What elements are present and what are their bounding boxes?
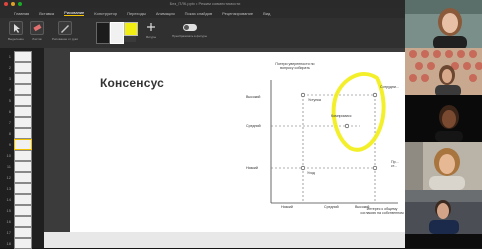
point-collaboration xyxy=(372,92,378,98)
label-compromise: Компромисс xyxy=(331,114,352,118)
y-axis-title: Потери уверенности по вопросу собирать xyxy=(275,62,315,70)
participants-panel-footer xyxy=(405,234,482,248)
participant-video-3[interactable] xyxy=(405,95,482,142)
participant-video-5[interactable] xyxy=(405,190,482,234)
participant-video-image xyxy=(405,95,482,142)
point-avoidance xyxy=(300,165,306,171)
label-competition: Пр... ст... xyxy=(391,160,399,168)
label-avoidance: Уход xyxy=(307,171,315,175)
highlighter-ink-stroke xyxy=(331,72,386,152)
participant-video-image xyxy=(405,48,482,95)
participant-video-image xyxy=(405,190,482,234)
x-level-medium: Средний xyxy=(324,205,339,209)
x-level-low: Низкий xyxy=(281,205,293,209)
point-competition xyxy=(372,165,378,171)
participant-video-image xyxy=(405,142,482,190)
y-level-high: Высокий xyxy=(246,95,261,99)
notes-strip xyxy=(44,232,405,248)
y-level-low: Низкий xyxy=(246,166,258,170)
label-accommodation: Уступка xyxy=(308,98,321,102)
participant-video-2[interactable] xyxy=(405,48,482,95)
label-collaboration: Сотрудни... xyxy=(380,85,399,89)
participant-video-1[interactable] xyxy=(405,0,482,48)
conflict-grid-diagram xyxy=(270,72,398,204)
y-level-medium: Средний xyxy=(246,124,261,128)
x-axis-title: Интерес к общему согласию на собственном xyxy=(360,207,404,215)
point-accommodation xyxy=(300,92,306,98)
point-compromise xyxy=(344,123,350,129)
participant-video-image xyxy=(405,0,482,48)
participant-video-4[interactable] xyxy=(405,142,482,190)
